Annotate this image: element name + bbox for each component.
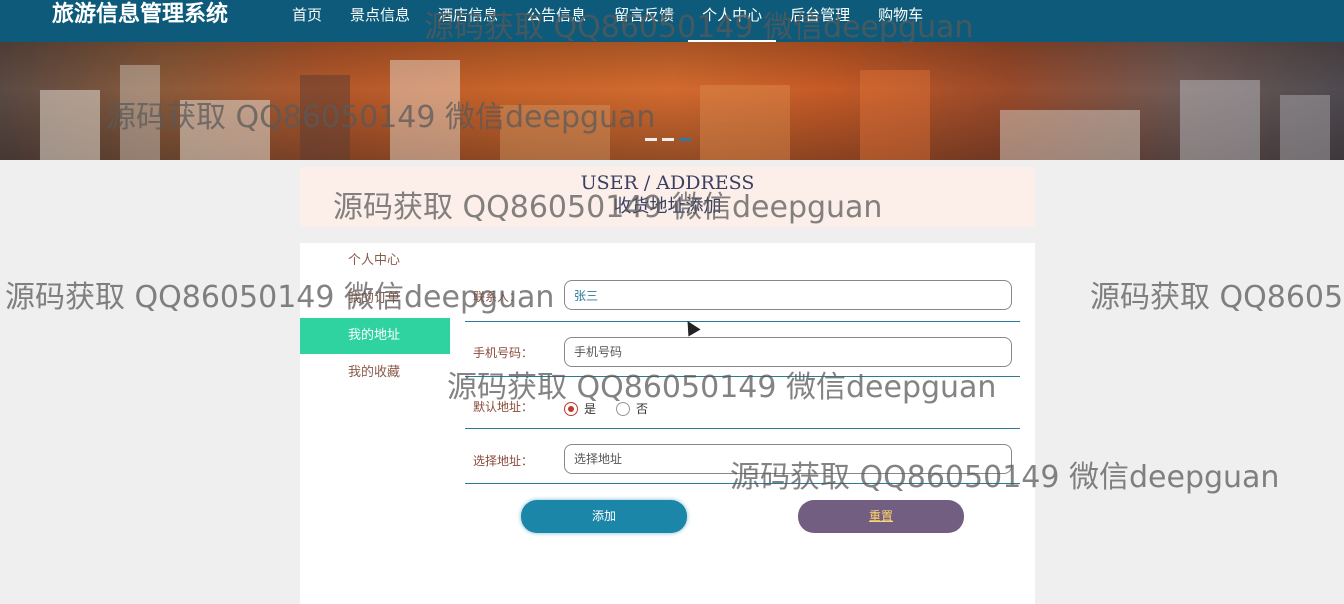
nav-personal-center[interactable]: 个人中心 <box>688 0 777 42</box>
radio-unchecked-icon <box>616 401 630 416</box>
sidebar-item-my-orders[interactable]: 我的订单 <box>300 281 450 317</box>
nav-hotels[interactable]: 酒店信息 <box>424 0 512 42</box>
sidebar-item-my-address[interactable]: 我的地址 <box>300 318 450 354</box>
default-address-row: 默认地址： 是 否 <box>465 376 1020 429</box>
top-navbar: 旅游信息管理系统 首页 景点信息 酒店信息 公告信息 留言反馈 个人中心 后台管… <box>0 0 1344 42</box>
reset-button[interactable]: 重置 <box>798 500 964 533</box>
nav-admin[interactable]: 后台管理 <box>776 0 864 42</box>
contact-input[interactable] <box>564 280 1012 310</box>
carousel-dot[interactable] <box>662 138 674 141</box>
select-address-label: 选择地址： <box>473 454 534 468</box>
contact-row: 联系人： <box>465 268 1020 322</box>
phone-input[interactable] <box>564 337 1012 367</box>
content-panel: 个人中心 我的订单 我的地址 我的收藏 联系人： 手机号码： 默认地址： 是 否… <box>300 243 1035 604</box>
nav-cart[interactable]: 购物车 <box>864 0 937 42</box>
app-title[interactable]: 旅游信息管理系统 <box>52 0 228 30</box>
carousel-dots <box>645 138 691 141</box>
phone-label: 手机号码： <box>473 346 534 360</box>
default-no-label: 否 <box>636 402 649 416</box>
radio-checked-icon <box>564 401 578 416</box>
header-title-cn: 收货地址添加 <box>613 196 722 217</box>
phone-row: 手机号码： <box>465 321 1020 377</box>
contact-label: 联系人： <box>473 290 522 304</box>
sidebar-item-personal-center[interactable]: 个人中心 <box>300 243 450 279</box>
default-address-label: 默认地址： <box>473 400 534 414</box>
carousel-dot-active[interactable] <box>679 138 691 141</box>
city-banner-image <box>0 42 1344 160</box>
nav-attractions[interactable]: 景点信息 <box>336 0 424 42</box>
carousel-dot[interactable] <box>645 138 657 141</box>
add-button[interactable]: 添加 <box>521 500 687 533</box>
address-row: 选择地址： <box>465 428 1020 484</box>
sidebar-item-my-favorites[interactable]: 我的收藏 <box>300 355 450 391</box>
header-title-en: USER / ADDRESS <box>580 172 755 194</box>
nav-feedback[interactable]: 留言反馈 <box>600 0 688 42</box>
default-yes-radio[interactable]: 是 <box>564 400 596 417</box>
select-address-input[interactable] <box>564 444 1012 474</box>
default-no-radio[interactable]: 否 <box>616 400 648 417</box>
nav-home[interactable]: 首页 <box>278 0 336 42</box>
nav-notices[interactable]: 公告信息 <box>512 0 600 42</box>
default-yes-label: 是 <box>584 402 597 416</box>
watermark: 源码获取 QQ860501 <box>1090 280 1344 315</box>
main-nav: 首页 景点信息 酒店信息 公告信息 留言反馈 个人中心 后台管理 购物车 <box>278 0 937 42</box>
page-header: USER / ADDRESS 收货地址添加 <box>300 167 1035 227</box>
